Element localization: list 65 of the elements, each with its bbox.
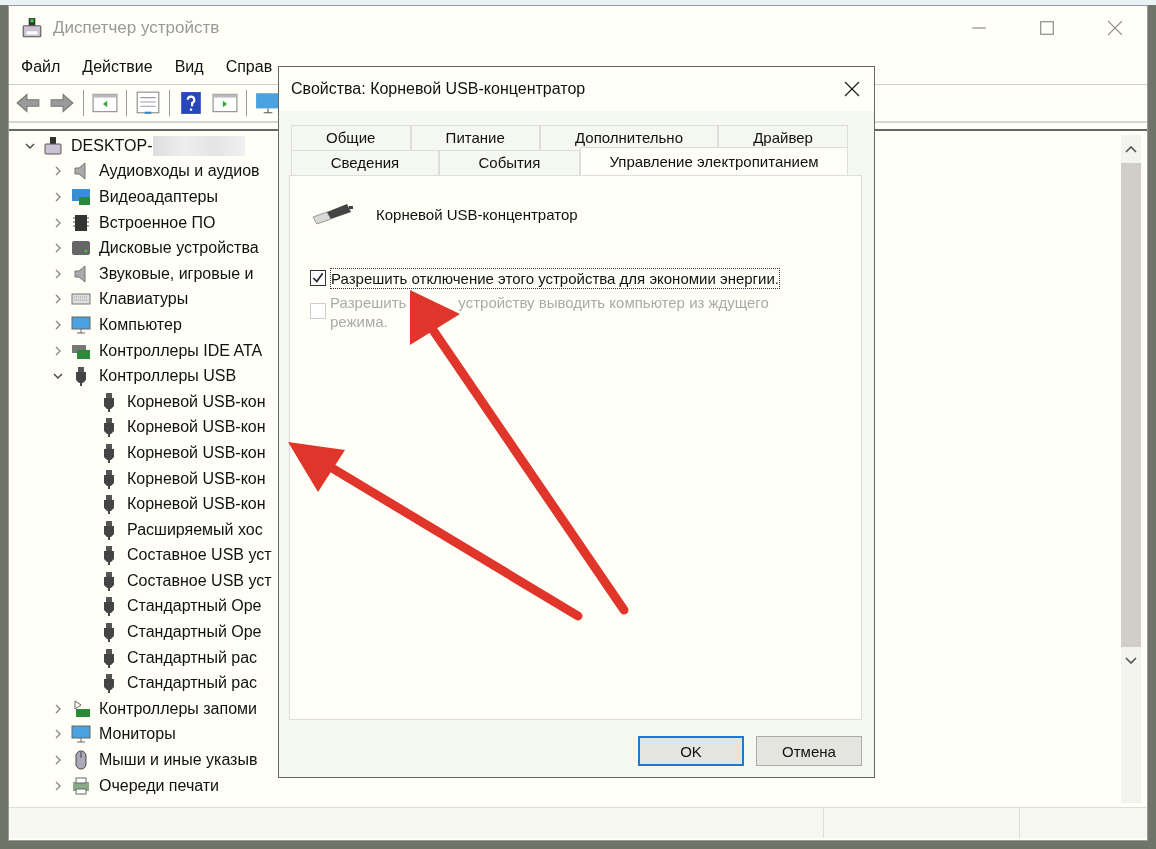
device-manager-icon bbox=[21, 17, 43, 39]
tab[interactable]: События bbox=[438, 150, 580, 175]
monitor-icon bbox=[71, 314, 91, 335]
device-name: Корневой USB-концентратор bbox=[376, 205, 578, 223]
tab[interactable]: Сведения bbox=[291, 150, 439, 175]
tree-item[interactable]: Стандартный рас bbox=[127, 648, 258, 667]
tree-item[interactable]: Клавиатуры bbox=[99, 290, 189, 309]
scrollbar[interactable] bbox=[1121, 135, 1141, 803]
maximize-icon[interactable] bbox=[1039, 20, 1055, 36]
dialog-title: Свойства: Корневой USB-концентратор bbox=[291, 80, 586, 98]
window-title: Диспетчер устройств bbox=[53, 18, 220, 38]
menu-item[interactable]: Справ bbox=[225, 58, 273, 76]
tree-item[interactable]: Стандартный Ope bbox=[127, 623, 262, 642]
tree-item[interactable]: Составное USB уст bbox=[127, 546, 272, 565]
tree-item[interactable]: Видеоадаптеры bbox=[99, 188, 218, 206]
tree-item[interactable]: Корневой USB-кон bbox=[127, 418, 266, 437]
tree-item[interactable]: Встроенное ПО bbox=[99, 213, 216, 232]
tree-item[interactable]: Мыши и иные указыв bbox=[99, 751, 258, 770]
checkbox-label: устройству выводить компьютер из ждущего bbox=[458, 293, 769, 312]
monitor-icon bbox=[71, 724, 91, 745]
tab[interactable]: Управление электропитанием bbox=[580, 147, 848, 175]
tree-item[interactable]: Составное USB уст bbox=[127, 571, 272, 590]
usb-plug-icon bbox=[310, 202, 354, 226]
checkbox-label: Разрешить bbox=[330, 293, 407, 312]
display-adapter-icon bbox=[71, 187, 91, 207]
menu-item[interactable]: Файл bbox=[21, 58, 61, 76]
tree-item[interactable]: Стандартный Ope bbox=[127, 597, 262, 616]
back-arrow-icon[interactable] bbox=[15, 91, 41, 115]
computer-icon bbox=[43, 135, 63, 156]
properties-icon[interactable] bbox=[135, 91, 161, 115]
chip-icon bbox=[71, 212, 91, 233]
scroll-up-icon[interactable] bbox=[1125, 145, 1137, 153]
tree-item[interactable]: Корневой USB-кон bbox=[127, 495, 266, 514]
menu-item[interactable]: Вид bbox=[174, 58, 204, 76]
tab[interactable]: Общие bbox=[291, 125, 411, 150]
tree-item[interactable]: Корневой USB-кон bbox=[127, 469, 266, 488]
checkbox-label: Разрешить отключение этого устройства для экономии энергии. bbox=[330, 268, 780, 289]
monitor-icon[interactable] bbox=[255, 91, 281, 115]
checkbox[interactable] bbox=[310, 270, 326, 286]
tree-item[interactable]: Аудиовходы и аудиов bbox=[99, 162, 260, 181]
forward-arrow-icon[interactable] bbox=[49, 91, 75, 115]
tree-item[interactable]: Очереди печати bbox=[99, 776, 220, 795]
tree-item[interactable]: Компьютер bbox=[99, 315, 182, 334]
tree-item[interactable]: Мониторы bbox=[99, 725, 176, 744]
panel-icon[interactable] bbox=[92, 91, 118, 115]
tree-item[interactable]: Контроллеры IDE ATA bbox=[99, 341, 263, 360]
tree-item[interactable]: Расширяемый хос bbox=[127, 520, 263, 539]
tree-item[interactable]: Дисковые устройства bbox=[99, 239, 259, 258]
help-icon[interactable] bbox=[178, 91, 204, 115]
tree-item[interactable]: Звуковые, игровые и bbox=[99, 264, 254, 283]
tree-item[interactable]: Корневой USB-кон bbox=[127, 443, 266, 462]
close-icon[interactable] bbox=[844, 81, 860, 97]
tab[interactable]: Питание bbox=[410, 125, 540, 150]
tree-item[interactable]: Корневой USB-кон bbox=[127, 392, 266, 411]
dialog-button[interactable]: OK bbox=[638, 736, 744, 766]
tree-item[interactable]: DESKTOP- bbox=[71, 136, 153, 155]
tree-item[interactable]: Контроллеры запоми bbox=[99, 699, 257, 718]
panel-icon[interactable] bbox=[212, 91, 238, 115]
tree-item[interactable]: Контроллеры USB bbox=[99, 367, 237, 386]
checkbox-label: режима. bbox=[330, 312, 388, 331]
dialog-button[interactable]: Отмена bbox=[756, 736, 862, 766]
printer-icon bbox=[71, 775, 91, 796]
scroll-down-icon[interactable] bbox=[1125, 657, 1137, 665]
menu-item[interactable]: Действие bbox=[82, 58, 153, 76]
tree-item[interactable]: Стандартный рас bbox=[127, 674, 258, 693]
